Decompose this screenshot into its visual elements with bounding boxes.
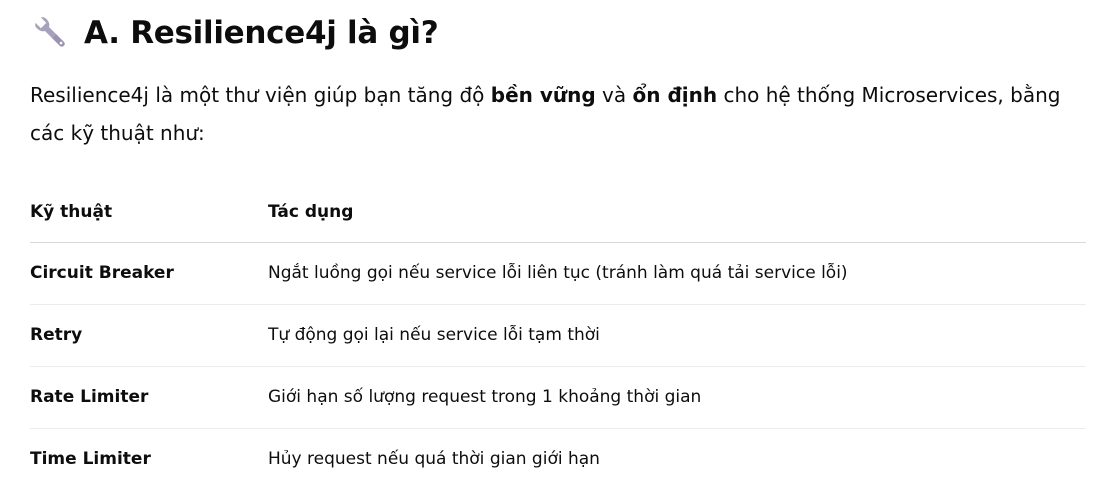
header-effect: Tác dụng xyxy=(268,182,1086,243)
wrench-icon xyxy=(35,17,65,47)
table-header-row: Kỹ thuật Tác dụng xyxy=(30,182,1086,243)
table-row: Retry Tự động gọi lại nếu service lỗi tạ… xyxy=(30,303,1086,366)
technique-name: Circuit Breaker xyxy=(30,263,174,283)
technique-name: Time Limiter xyxy=(30,427,268,490)
table-row: Time Limiter Hủy request nếu quá thời gi… xyxy=(30,427,1086,490)
technique-effect: Giới hạn số lượng request trong 1 khoảng… xyxy=(268,365,1086,428)
header-technique: Kỹ thuật xyxy=(30,182,268,243)
table-row: Circuit Breaker Ngắt luồng gọi nếu servi… xyxy=(30,242,1086,304)
intro-bold-durability: bền vững xyxy=(490,83,596,107)
techniques-table: Kỹ thuật Tác dụng Circuit Breaker Ngắt l… xyxy=(30,182,1086,490)
technique-effect: Hủy request nếu quá thời gian giới hạn xyxy=(268,427,1086,490)
technique-effect: Ngắt luồng gọi nếu service lỗi liên tục … xyxy=(268,263,848,283)
intro-text-1: Resilience4j là một thư viện giúp bạn tă… xyxy=(30,83,491,107)
technique-name: Retry xyxy=(30,303,268,366)
section-heading: A. Resilience4j là gì? xyxy=(32,10,439,56)
intro-bold-stability: ổn định xyxy=(632,83,718,107)
intro-paragraph: Resilience4j là một thư viện giúp bạn tă… xyxy=(30,76,1090,152)
section-title: A. Resilience4j là gì? xyxy=(84,15,439,51)
table-row: Rate Limiter Giới hạn số lượng request t… xyxy=(30,365,1086,428)
technique-name: Rate Limiter xyxy=(30,365,268,428)
intro-text-2: và xyxy=(595,83,633,107)
technique-effect: Tự động gọi lại nếu service lỗi tạm thời xyxy=(268,303,1086,366)
